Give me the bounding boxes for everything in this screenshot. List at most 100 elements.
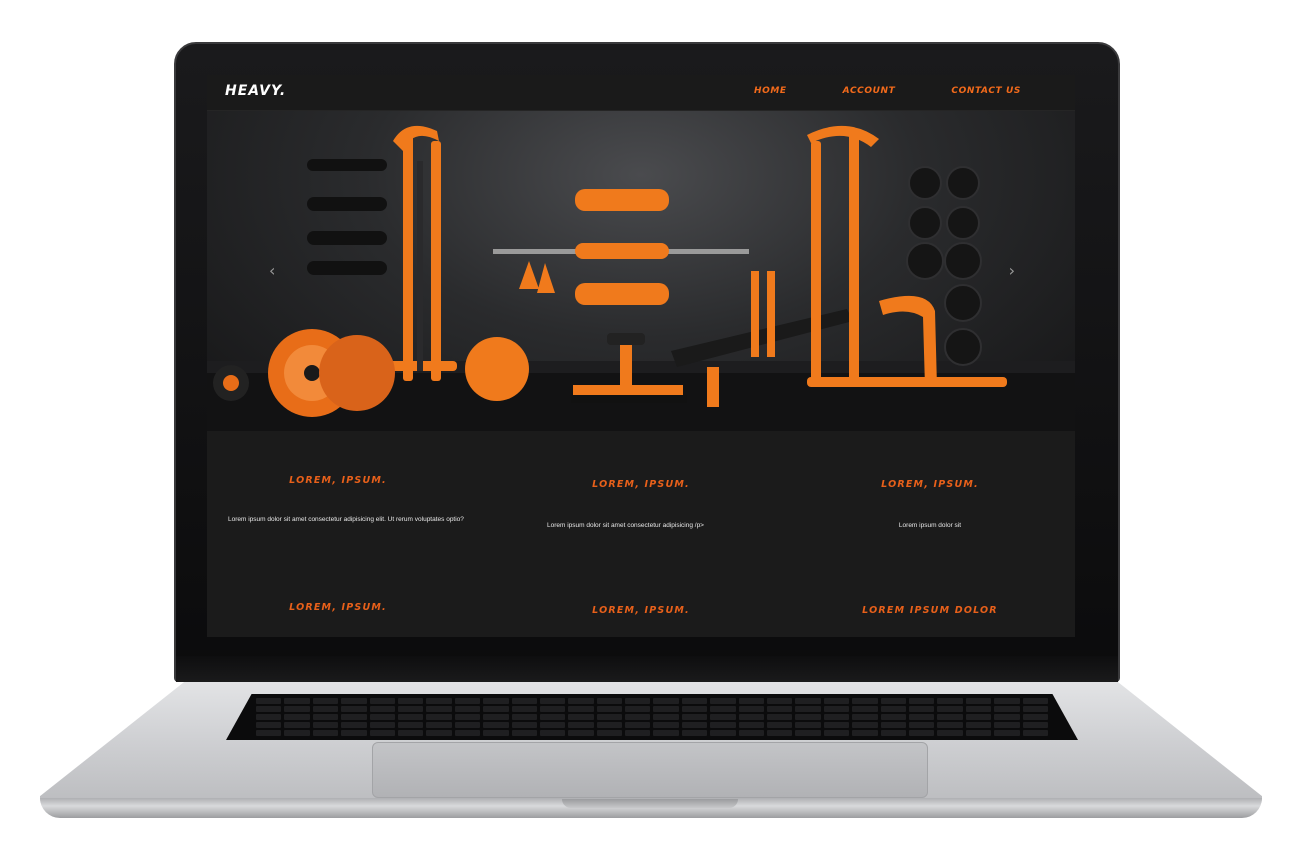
keyboard-key [965, 698, 992, 704]
keyboard-key [397, 706, 424, 712]
keyboard-key [937, 706, 963, 712]
keyboard-key [909, 714, 935, 720]
keyboard-key [681, 714, 708, 720]
keyboard-key [426, 698, 452, 704]
site-logo[interactable]: HEAVY. [225, 83, 286, 99]
keyboard-key [596, 714, 623, 720]
keyboard-key [852, 698, 878, 704]
keyboard-key [397, 722, 424, 728]
section-text-3: Lorem ipsum dolor sit [898, 522, 962, 529]
keyboard-key [710, 714, 736, 720]
keyboard-key [767, 730, 793, 736]
keyboard-key [653, 730, 679, 736]
keyboard-key [454, 730, 481, 736]
keyboard-key [256, 714, 282, 720]
keyboard-key [767, 714, 793, 720]
keyboard-key [653, 714, 679, 720]
keyboard-key [937, 698, 963, 704]
keyboard-key [539, 714, 566, 720]
keyboard-key [852, 714, 878, 720]
keyboard-key [681, 730, 708, 736]
section-title-4: LOREM, IPSUM. [289, 602, 387, 613]
keyboard-key [1022, 706, 1048, 712]
keyboard-key [341, 730, 367, 736]
keyboard-key [909, 722, 935, 728]
keyboard-key [767, 698, 793, 704]
keyboard-key [539, 730, 566, 736]
top-navbar: HEAVY. HOME ACCOUNT CONTACT US [207, 75, 1075, 111]
keyboard-key [710, 722, 736, 728]
keyboard-key [738, 714, 765, 720]
keyboard-key [795, 730, 821, 736]
keyboard-key [710, 706, 736, 712]
keyboard-key [965, 722, 992, 728]
keyboard-key [369, 706, 395, 712]
keyboard-key [284, 730, 310, 736]
keyboard-key [965, 706, 992, 712]
keyboard-key [653, 698, 679, 704]
keyboard-key [653, 722, 679, 728]
keyboard-key [880, 714, 907, 720]
hero-carousel: ‹ › [207, 111, 1075, 431]
keyboard-key [1022, 730, 1048, 736]
nav-account-link[interactable]: ACCOUNT [843, 86, 896, 96]
keyboard-key [937, 714, 963, 720]
keyboard-key [994, 714, 1020, 720]
keyboard-key [284, 714, 310, 720]
keyboard-key [738, 722, 765, 728]
keyboard-key [965, 714, 992, 720]
keyboard-key [454, 698, 481, 704]
keyboard-key [256, 730, 282, 736]
keyboard-key [738, 698, 765, 704]
keyboard-key [681, 698, 708, 704]
keyboard-key [994, 698, 1020, 704]
section-title-6: LOREM IPSUM DOLOR [862, 605, 998, 616]
keyboard-key [909, 730, 935, 736]
keyboard-key [625, 706, 651, 712]
keyboard-key [795, 698, 821, 704]
keyboard-key [511, 706, 537, 712]
keyboard-key [596, 706, 623, 712]
keyboard-key [539, 706, 566, 712]
keyboard-key [369, 698, 395, 704]
nav-home-link[interactable]: HOME [754, 86, 787, 96]
section-title-1: LOREM, IPSUM. [289, 475, 387, 486]
keyboard-key [880, 698, 907, 704]
keyboard-key [625, 722, 651, 728]
keyboard-key [483, 698, 509, 704]
nav-contact-link[interactable]: CONTACT US [951, 86, 1021, 96]
keyboard-key [909, 706, 935, 712]
keyboard-key [568, 714, 594, 720]
keyboard-key [596, 698, 623, 704]
gym-equipment-image [207, 125, 1075, 431]
keyboard-key [284, 698, 310, 704]
keyboard-key [256, 706, 282, 712]
section-title-3: LOREM, IPSUM. [881, 479, 979, 490]
features-section: LOREM, IPSUM. Lorem ipsum dolor sit amet… [207, 431, 1075, 637]
keyboard-key [483, 730, 509, 736]
keyboard-key [710, 698, 736, 704]
keyboard-key [397, 698, 424, 704]
keyboard-key [994, 706, 1020, 712]
keyboard-key [312, 722, 339, 728]
keyboard-key [256, 698, 282, 704]
laptop-opening-notch [562, 799, 738, 808]
carousel-prev-arrow-icon[interactable]: ‹ [269, 261, 275, 280]
keyboard-key [539, 722, 566, 728]
keyboard-key [397, 714, 424, 720]
keyboard-key [880, 730, 907, 736]
carousel-next-arrow-icon[interactable]: › [1009, 261, 1015, 280]
section-text-2: Lorem ipsum dolor sit amet consectetur a… [547, 522, 704, 529]
keyboard-key [937, 730, 963, 736]
keyboard-key [767, 706, 793, 712]
keyboard-key [681, 706, 708, 712]
keyboard-key [823, 730, 850, 736]
keyboard-key [284, 706, 310, 712]
section-title-2: LOREM, IPSUM. [592, 479, 690, 490]
laptop-trackpad [372, 742, 928, 798]
keyboard-key [994, 730, 1020, 736]
keyboard-key [341, 722, 367, 728]
keyboard-key [596, 730, 623, 736]
keyboard-key [852, 730, 878, 736]
section-text-1: Lorem ipsum dolor sit amet consectetur a… [228, 516, 464, 523]
